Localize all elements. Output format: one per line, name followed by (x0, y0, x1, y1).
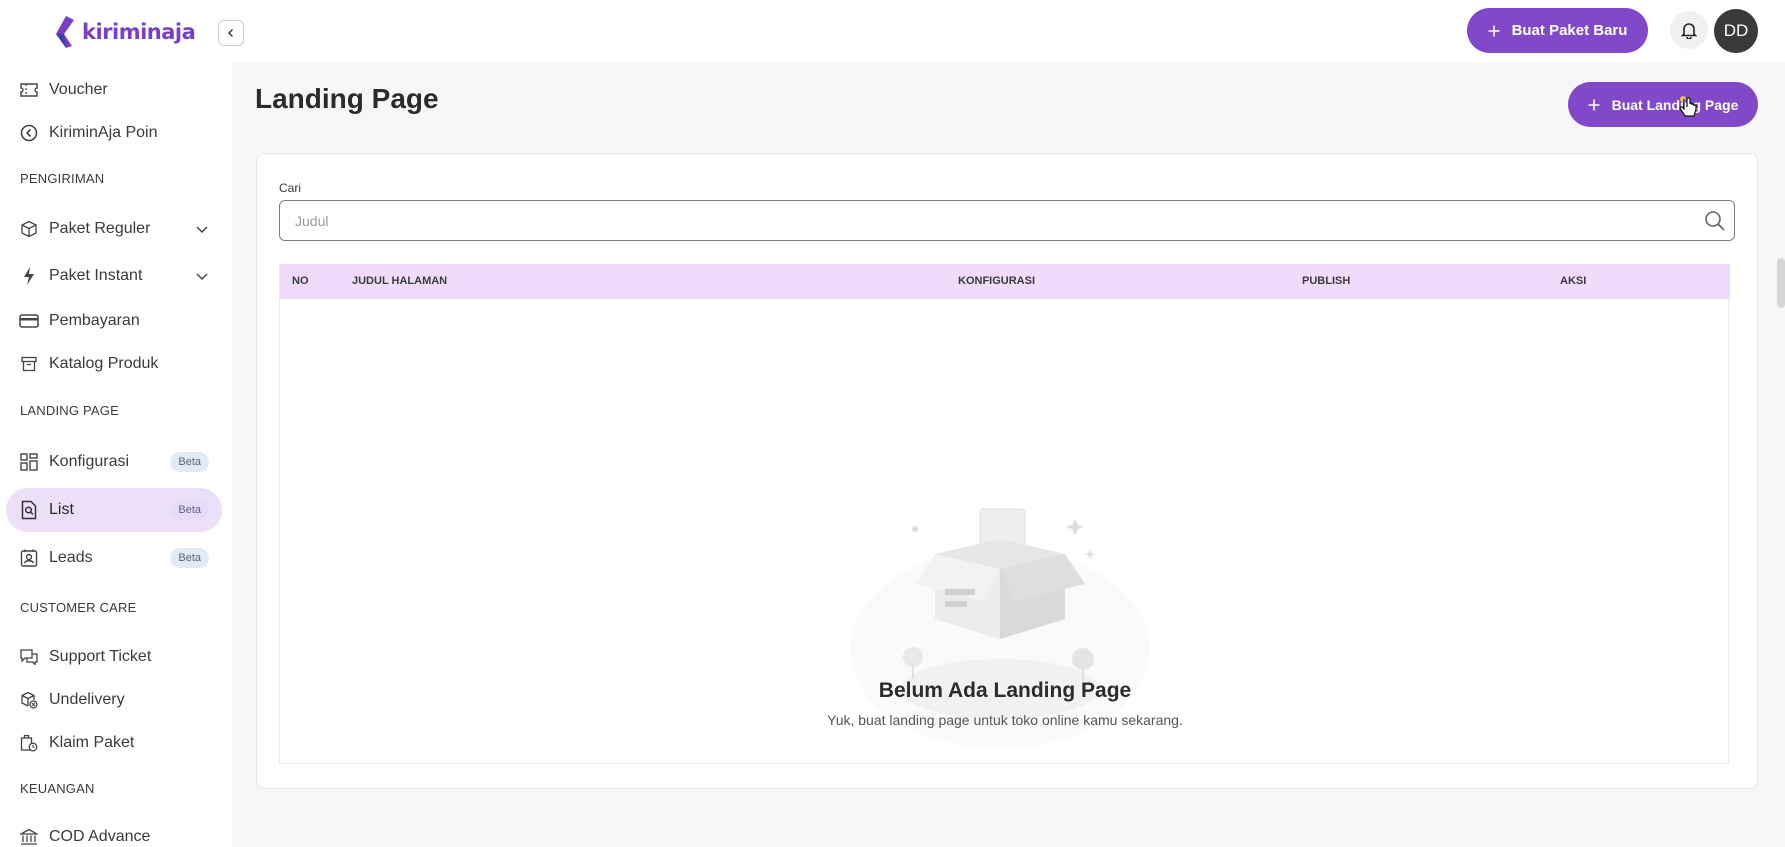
sidebar-item-paket-reguler[interactable]: Paket Reguler (6, 207, 222, 251)
sidebar-item-voucher[interactable]: Voucher (6, 68, 222, 112)
column-header-konfigurasi: KONFIGURASI (958, 275, 1035, 287)
sidebar-item-undelivery[interactable]: Undelivery (6, 678, 222, 722)
sidebar-item-klaim-paket[interactable]: Klaim Paket (6, 721, 222, 765)
app-root: kiriminaja Voucher KiriminAja Poin PENGI… (0, 0, 1785, 847)
sidebar-item-label: Pembayaran (49, 312, 140, 329)
sidebar-item-label: Voucher (49, 81, 108, 98)
document-search-icon (19, 500, 39, 520)
plus-icon (1588, 99, 1600, 110)
sidebar-item-leads[interactable]: Leads Beta (6, 536, 222, 580)
logo-mark-icon (56, 16, 74, 48)
avatar[interactable]: DD (1714, 9, 1758, 53)
new-package-label: Buat Paket Baru (1511, 22, 1628, 39)
empty-state-subtitle: Yuk, buat landing page untuk toko online… (827, 712, 1183, 728)
coin-icon (19, 123, 39, 143)
plus-icon (1488, 25, 1500, 36)
brand-name: kiriminaja (82, 20, 196, 44)
search-field[interactable] (279, 200, 1735, 241)
chat-bubbles-icon (19, 647, 39, 667)
bank-icon (19, 827, 39, 847)
sidebar-item-label: Leads (49, 549, 93, 566)
sidebar: kiriminaja Voucher KiriminAja Poin PENGI… (0, 0, 244, 847)
sidebar-item-label: Paket Instant (49, 267, 143, 284)
section-label-customer-care: CUSTOMER CARE (20, 600, 137, 615)
new-package-button[interactable]: Buat Paket Baru (1467, 8, 1648, 53)
section-label-landing-page: LANDING PAGE (20, 403, 119, 418)
sidebar-item-katalog-produk[interactable]: Katalog Produk (6, 342, 222, 386)
sidebar-item-label: COD Advance (49, 828, 151, 845)
brand-logo[interactable]: kiriminaja (52, 14, 196, 50)
empty-box-illustration (850, 508, 1150, 749)
bell-icon (1681, 23, 1697, 39)
dashboard-grid-icon (19, 452, 39, 472)
column-header-judul: JUDUL HALAMAN (352, 275, 448, 287)
beta-badge: Beta (170, 452, 209, 472)
sidebar-item-konfigurasi[interactable]: Konfigurasi Beta (6, 440, 222, 484)
section-label-keuangan: KEUANGAN (20, 781, 95, 796)
sidebar-item-label: Klaim Paket (49, 734, 135, 751)
sidebar-item-label: Katalog Produk (49, 355, 159, 372)
search-input[interactable] (295, 212, 1675, 229)
landing-page-card: Cari NO JUDUL HALAMAN KONFIGURASI PUBLIS… (256, 153, 1758, 789)
box-alert-icon (19, 690, 39, 710)
archive-icon (19, 354, 39, 374)
sidebar-item-support-ticket[interactable]: Support Ticket (6, 635, 222, 679)
empty-state-title: Belum Ada Landing Page (878, 679, 1132, 702)
sidebar-item-label: List (49, 501, 74, 518)
ticket-icon (19, 80, 39, 100)
sidebar-item-list[interactable]: List Beta (6, 488, 222, 532)
notification-button[interactable] (1670, 11, 1708, 49)
card-icon (19, 311, 39, 331)
table-header: NO JUDUL HALAMAN KONFIGURASI PUBLISH AKS… (280, 264, 1730, 299)
column-header-no: NO (292, 275, 309, 287)
sidebar-item-label: Support Ticket (49, 648, 152, 665)
sidebar-item-pembayaran[interactable]: Pembayaran (6, 299, 222, 343)
column-header-aksi: AKSI (1560, 275, 1587, 287)
page-scrollbar-thumb[interactable] (1777, 258, 1785, 308)
package-clock-icon (19, 733, 39, 753)
chevron-left-icon (228, 29, 233, 37)
contact-card-icon (19, 548, 39, 568)
column-header-publish: PUBLISH (1302, 275, 1351, 287)
hand-cursor-icon (1679, 96, 1697, 117)
bolt-icon (19, 266, 39, 286)
section-label-pengiriman: PENGIRIMAN (20, 171, 105, 186)
search-icon[interactable] (1704, 210, 1726, 232)
sidebar-item-label: Undelivery (49, 691, 125, 708)
sidebar-item-paket-instant[interactable]: Paket Instant (6, 254, 222, 298)
sidebar-item-label: Konfigurasi (49, 453, 130, 470)
chevron-down-icon (196, 226, 208, 234)
search-label: Cari (279, 181, 302, 195)
beta-badge: Beta (170, 548, 209, 568)
sidebar-item-cod-advance[interactable]: COD Advance (6, 815, 222, 847)
beta-badge: Beta (170, 500, 209, 520)
chevron-down-icon (196, 273, 208, 281)
sidebar-collapse-button[interactable] (218, 20, 244, 46)
page-title: Landing Page (255, 83, 439, 114)
sidebar-item-label: Paket Reguler (49, 220, 151, 237)
create-landing-page-button[interactable]: Buat Landing Page (1568, 82, 1758, 127)
landing-page-table: NO JUDUL HALAMAN KONFIGURASI PUBLISH AKS… (279, 264, 1730, 764)
box-icon (19, 219, 39, 239)
create-landing-page-label: Buat Landing Page (1611, 96, 1739, 113)
sidebar-item-label: KiriminAja Poin (49, 124, 158, 141)
sidebar-item-poin[interactable]: KiriminAja Poin (6, 111, 222, 155)
